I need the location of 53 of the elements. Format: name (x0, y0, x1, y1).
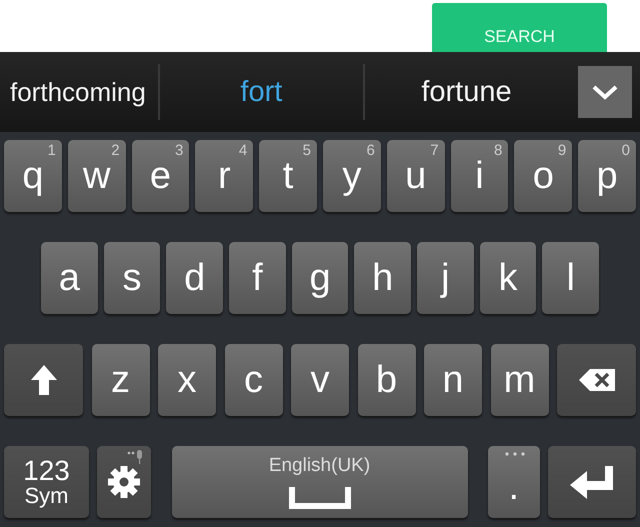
letter-key[interactable]: m (490, 344, 548, 416)
key-hint: 8 (494, 142, 502, 159)
letter-key[interactable]: 0 p (578, 140, 636, 212)
settings-icon (107, 465, 142, 499)
letter-key[interactable]: 8 i (450, 140, 508, 212)
key-hint: 7 (430, 142, 439, 159)
suggestion-item[interactable]: fort (160, 76, 363, 108)
key-hint: 0 (622, 142, 630, 159)
backspace-icon (578, 368, 616, 392)
key-hint: 3 (175, 142, 184, 159)
letter-key[interactable]: h (354, 242, 412, 314)
key-hint: 9 (558, 142, 566, 159)
key-hint: 2 (111, 142, 120, 159)
letter-key[interactable]: f (229, 242, 286, 314)
shift-key[interactable] (4, 344, 83, 416)
more-dots-icon (504, 452, 526, 456)
expand-button[interactable] (578, 66, 632, 118)
letter-key[interactable]: c (224, 344, 282, 416)
period-key[interactable]: . (488, 446, 540, 518)
letter-key[interactable]: z (92, 344, 150, 416)
letter-key[interactable]: 1 q (4, 140, 62, 212)
enter-key[interactable] (548, 446, 636, 518)
letter-key[interactable]: j (417, 242, 474, 314)
letter-key[interactable]: 9 o (514, 140, 572, 212)
up-arrow-icon (28, 363, 58, 397)
space-key[interactable]: English(UK) (172, 446, 468, 518)
key-hint: 1 (47, 142, 56, 159)
key-hint: 6 (366, 142, 375, 159)
letter-key[interactable]: d (166, 242, 224, 314)
suggestion-item[interactable]: forthcoming (10, 76, 158, 108)
letter-key[interactable]: g (292, 242, 348, 314)
letter-key[interactable]: a (41, 242, 98, 314)
letter-key[interactable]: n (424, 344, 482, 416)
letter-key[interactable]: b (358, 344, 416, 416)
enter-icon (569, 464, 615, 500)
letter-key[interactable]: 5 t (259, 140, 317, 212)
key-hint: 4 (238, 142, 248, 159)
letter-key[interactable]: l (542, 242, 600, 314)
letter-key[interactable]: v (291, 344, 349, 416)
backspace-key[interactable] (557, 344, 636, 416)
letter-key[interactable]: k (480, 242, 536, 314)
symbols-key[interactable]: 123 Sym (4, 446, 89, 518)
letter-key[interactable]: 4 r (195, 140, 254, 212)
letter-key[interactable]: 7 u (386, 140, 445, 212)
space-bar-icon (288, 485, 350, 509)
letter-key[interactable]: 2 w (68, 140, 126, 212)
settings-key[interactable] (97, 446, 152, 518)
suggestion-item[interactable]: fortune (364, 76, 568, 108)
letter-key[interactable]: 6 y (322, 140, 381, 212)
letter-key[interactable]: s (104, 242, 160, 314)
letter-key[interactable]: 3 e (132, 140, 190, 212)
key-hint: 5 (302, 142, 311, 159)
letter-key[interactable]: x (158, 344, 216, 416)
